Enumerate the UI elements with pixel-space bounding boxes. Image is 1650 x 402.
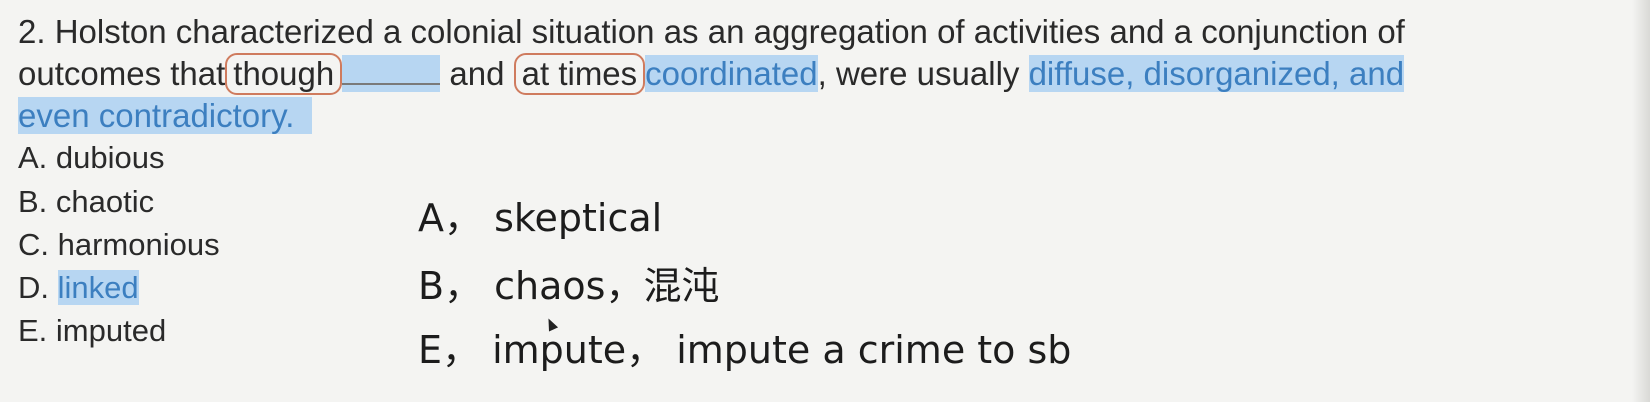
- option-letter: B.: [18, 184, 48, 219]
- option-d: D. linked: [18, 268, 139, 308]
- highlight-coordinated: coordinated: [645, 55, 818, 92]
- note-e: E， impute， impute a crime to sb: [418, 328, 1072, 372]
- right-edge-shadow: [1632, 0, 1650, 402]
- option-letter: C.: [18, 227, 49, 262]
- option-text: imputed: [55, 313, 167, 348]
- option-c: C. harmonious: [18, 225, 220, 265]
- option-b: B. chaotic: [18, 182, 154, 222]
- option-text: harmonious: [57, 227, 220, 262]
- option-text: chaotic: [55, 184, 155, 219]
- circled-at-times: at times: [513, 53, 646, 95]
- question-line-3: even contradictory.: [18, 94, 313, 138]
- option-text: dubious: [55, 140, 165, 175]
- question-line-1: 2. Holston characterized a colonial situ…: [18, 10, 1405, 54]
- question-text-were: , were usually: [817, 55, 1029, 92]
- option-letter: E.: [18, 313, 48, 348]
- circled-though: though: [225, 53, 343, 95]
- answer-blank: [342, 55, 441, 92]
- question-text-2a: outcomes that: [18, 55, 226, 92]
- highlight-contradictory: even contradictory.: [18, 97, 313, 134]
- question-line-2: outcomes that though and at times coordina…: [18, 52, 1405, 96]
- option-text-highlighted: linked: [57, 270, 139, 305]
- highlight-diffuse: diffuse, disorganized, and: [1028, 55, 1405, 92]
- option-a: A. dubious: [18, 138, 165, 178]
- option-letter: A.: [18, 140, 48, 175]
- option-e: E. imputed: [18, 311, 166, 351]
- note-b: B， chaos，混沌: [418, 264, 720, 308]
- note-a: A， skeptical: [418, 196, 663, 240]
- option-letter: D.: [18, 270, 49, 305]
- question-text-and: and: [440, 55, 514, 92]
- question-text-1: 2. Holston characterized a colonial situ…: [18, 13, 1405, 50]
